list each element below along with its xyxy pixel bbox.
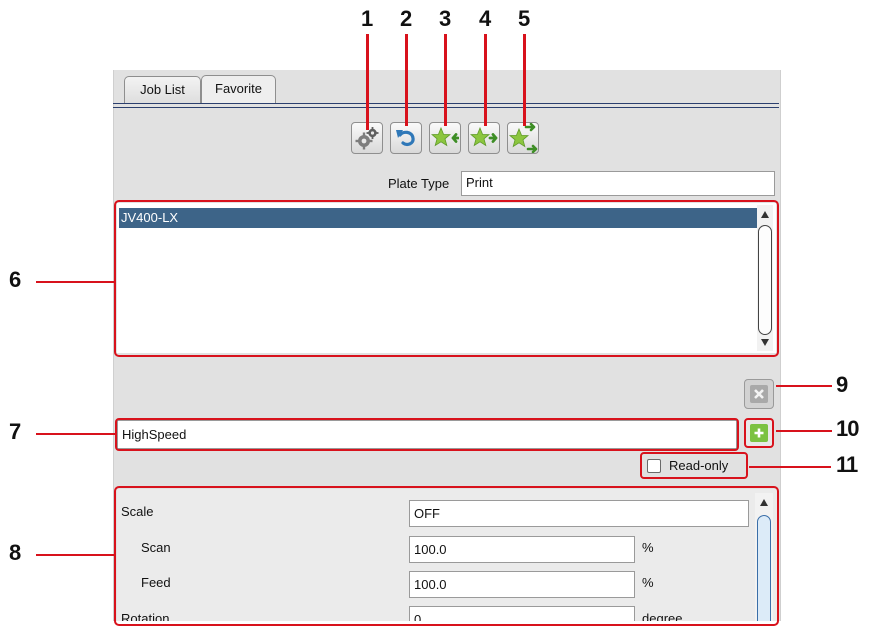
callout-9: 9 — [836, 372, 848, 397]
undo-button[interactable] — [390, 122, 422, 154]
readonly-checkbox[interactable] — [647, 459, 661, 473]
tab-job-list[interactable]: Job List — [124, 76, 201, 103]
callout-11-line — [749, 466, 831, 468]
callout-11: 11 — [836, 452, 858, 477]
callout-7: 7 — [9, 419, 21, 444]
import-favorite-button[interactable] — [429, 122, 461, 154]
export-multiple-button[interactable] — [507, 122, 539, 154]
callout-5: 5 — [518, 6, 530, 31]
callout-1: 1 — [361, 6, 373, 31]
star-arrows-out-icon — [508, 123, 538, 153]
star-arrow-right-icon — [470, 126, 498, 147]
callout-2-line — [405, 34, 408, 126]
plate-type-label: Plate Type — [388, 176, 450, 191]
callout-10: 10 — [836, 416, 860, 441]
export-favorite-button[interactable] — [468, 122, 500, 154]
callout-6: 6 — [9, 267, 21, 292]
callout-9-line — [776, 385, 832, 387]
callout-4: 4 — [479, 6, 491, 31]
callout-5-line — [523, 34, 526, 126]
add-icon — [750, 424, 768, 442]
callout-10-line — [776, 430, 832, 432]
callout-6-line — [36, 281, 116, 283]
callout-8-line — [36, 554, 116, 556]
delete-icon — [750, 385, 768, 403]
callout-3: 3 — [439, 6, 451, 31]
tab-favorite[interactable]: Favorite — [201, 75, 276, 104]
callout-3-line — [444, 34, 447, 126]
callout-8-box — [114, 486, 779, 626]
callout-6-box — [114, 200, 779, 357]
star-arrow-left-icon — [431, 126, 459, 147]
delete-button[interactable] — [744, 379, 774, 409]
callout-1-line — [366, 34, 369, 130]
readonly-label: Read-only — [669, 458, 729, 473]
readonly-option[interactable]: Read-only — [640, 452, 748, 479]
undo-arrow-icon — [396, 130, 415, 146]
callout-7-line — [36, 433, 116, 435]
callout-8: 8 — [9, 540, 21, 565]
add-button[interactable] — [744, 418, 774, 448]
callout-4-line — [484, 34, 487, 126]
plate-type-field[interactable]: Print — [461, 171, 775, 196]
callout-2: 2 — [400, 6, 412, 31]
callout-7-box — [115, 418, 739, 451]
